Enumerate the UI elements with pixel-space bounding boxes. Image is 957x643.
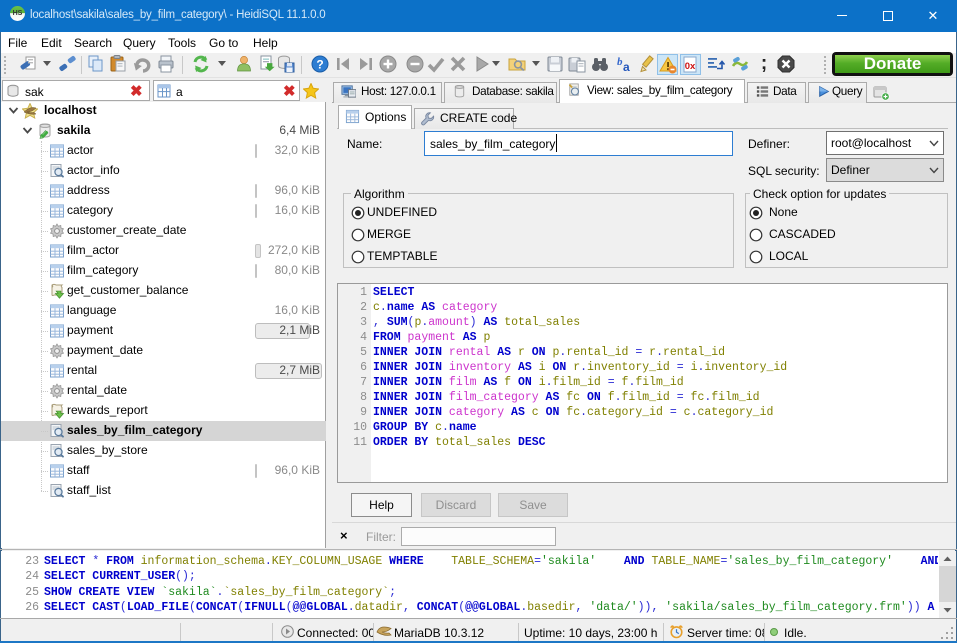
svg-text:?: ?	[316, 58, 323, 72]
svg-text:0x: 0x	[685, 61, 696, 72]
svg-text:a: a	[623, 60, 630, 73]
